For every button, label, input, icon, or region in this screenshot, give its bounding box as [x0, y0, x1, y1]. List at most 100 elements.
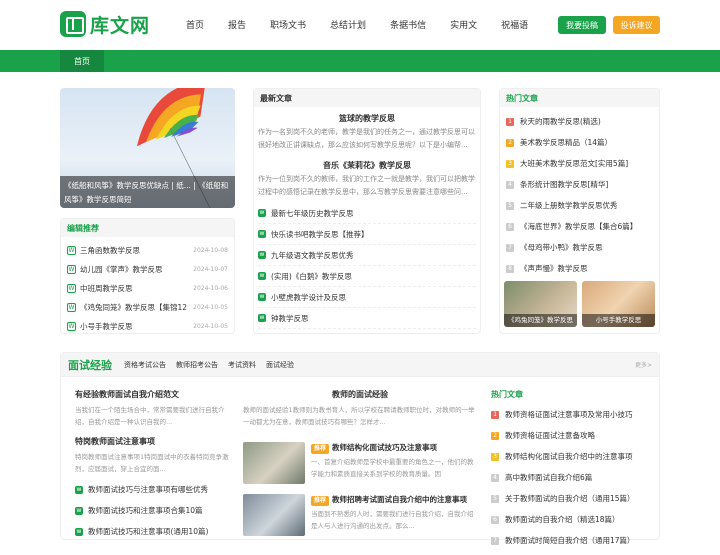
list-item[interactable]: w 教师面试技巧和注意事项(通用10篇) — [75, 521, 235, 542]
item-title[interactable]: 教师面试时简短自我介绍（通用17篇） — [505, 535, 635, 546]
item-title[interactable]: 《鸡兔同笼》教学反思【集锦12 — [80, 302, 192, 313]
item-title[interactable]: 三角函数教学反思 — [80, 245, 192, 256]
article-title[interactable]: 有经验教师面试自我介绍范文 — [75, 389, 235, 400]
nav-letters[interactable]: 条据书信 — [390, 18, 426, 31]
list-item[interactable]: 4 高中教师面试自我介绍6篇 — [491, 467, 656, 488]
item-date: 2024-10-08 — [193, 247, 228, 254]
list-item[interactable]: 2 美术教学反思精品（14篇） — [506, 132, 653, 153]
item-title[interactable]: 教师结构化面试自我介绍中的注意事项 — [505, 451, 633, 462]
more-link[interactable]: 更多> — [635, 360, 652, 369]
list-item[interactable]: 3 教师结构化面试自我介绍中的注意事项 — [491, 446, 656, 467]
list-item[interactable]: w 小壁虎教学设计及反思 — [258, 287, 476, 308]
card-title[interactable]: 教师招聘考试面试自我介绍中的注意事项 — [332, 495, 467, 504]
banner-carousel[interactable]: 《纸船和风筝》教学反思优缺点 | 纸... | 《纸船和风筝》教学反思简短 — [60, 88, 235, 208]
site-header: 库文网 首页 报告 职场文书 总结计划 条据书信 实用文 祝福语 我要投稿 投诉… — [0, 0, 720, 48]
rank-badge: 2 — [506, 138, 514, 147]
main-nav: 首页 报告 职场文书 总结计划 条据书信 实用文 祝福语 — [186, 0, 552, 48]
interview-col-2: 教师的面试经验 教师的面试经验1教师则为教书育人，所以学校在聘请教师职位时，对教… — [243, 389, 477, 536]
article-title[interactable]: 特岗教师面试注意事项 — [75, 436, 235, 447]
item-title[interactable]: 关于教师面试的自我介绍（通用15篇） — [505, 493, 635, 504]
list-item[interactable]: w (实用)《白鹅》教学反思 — [258, 266, 476, 287]
list-item[interactable]: w 教师面试技巧与注意事项有哪些优秀 — [75, 479, 235, 500]
list-item[interactable]: 3 大班美术教学反思范文[实用5篇] — [506, 153, 653, 174]
item-title[interactable]: 条形统计图教学反思[精华] — [520, 179, 608, 190]
tab-materials[interactable]: 考试资料 — [228, 360, 256, 370]
complaint-button[interactable]: 投诉建议 — [613, 16, 660, 34]
list-item[interactable]: 6 教师面试的自我介绍（精选18篇） — [491, 509, 656, 530]
banner-caption[interactable]: 《纸船和风筝》教学反思优缺点 | 纸... | 《纸船和风筝》教学反思简短 — [60, 176, 235, 208]
article-card[interactable]: 推荐 教师结构化面试技巧及注意事项 一、首复介绍教师是学校中最重要的角色之一，他们… — [243, 442, 477, 484]
article-title[interactable]: 教师的面试经验 — [243, 389, 477, 400]
nav-practical[interactable]: 实用文 — [450, 18, 477, 31]
item-title[interactable]: 美术教学反思精品（14篇） — [520, 137, 612, 148]
item-title[interactable]: 二年级上册数学教学反思优秀 — [520, 200, 618, 211]
nav-summary[interactable]: 总结计划 — [330, 18, 366, 31]
item-title[interactable]: 小号手教学反思 — [80, 321, 192, 332]
list-item[interactable]: w 最新七年级历史教学反思 — [258, 203, 476, 224]
item-title[interactable]: 教师面试技巧与注意事项有哪些优秀 — [88, 484, 208, 495]
item-title[interactable]: 教师资格证面试注意备攻略 — [505, 430, 595, 441]
nav-workplace[interactable]: 职场文书 — [270, 18, 306, 31]
item-title[interactable]: 幼儿园《掌声》教学反思 — [80, 264, 192, 275]
tab-qualification[interactable]: 资格考试公告 — [124, 360, 166, 370]
item-title[interactable]: 《海底世界》教学反思【集合6篇】 — [520, 221, 637, 232]
tab-recruitment[interactable]: 教师招考公告 — [176, 360, 218, 370]
article-card[interactable]: 推荐 教师招聘考试面试自我介绍中的注意事项 当面到不熟悉的人时，需要我们进行自我介… — [243, 494, 477, 536]
item-title[interactable]: 大班美术教学反思范文[实用5篇] — [520, 158, 628, 169]
list-item[interactable]: 8 《声声慢》教学反思 — [506, 258, 653, 279]
item-title[interactable]: 教师资格证面试注意事项及常用小技巧 — [505, 409, 633, 420]
list-item[interactable]: 4 条形统计图教学反思[精华] — [506, 174, 653, 195]
item-title[interactable]: 高中教师面试自我介绍6篇 — [505, 472, 592, 483]
list-item[interactable]: W 三角函数教学反思 2024-10-08 — [67, 241, 228, 260]
item-title[interactable]: 教师面试技巧和注意事项合集10篇 — [88, 505, 203, 516]
list-item[interactable]: W 小号手教学反思 2024-10-05 — [67, 317, 228, 336]
item-title[interactable]: 小壁虎教学设计及反思 — [271, 292, 346, 303]
submit-article-button[interactable]: 我要投稿 — [558, 16, 606, 34]
item-title[interactable]: 快乐读书吧教学反思【推荐】 — [271, 229, 369, 240]
featured-title[interactable]: 篮球的教学反思 — [254, 113, 480, 124]
list-item[interactable]: W 《鸡兔同笼》教学反思【集锦12 2024-10-05 — [67, 298, 228, 317]
list-item[interactable]: 1 教师资格证面试注意事项及常用小技巧 — [491, 404, 656, 425]
home-tab[interactable]: 首页 — [60, 50, 104, 72]
thumbnail-caption[interactable]: 小号手教学反思 — [582, 314, 655, 327]
list-item[interactable]: W 幼儿园《掌声》教学反思 2024-10-07 — [67, 260, 228, 279]
thumbnail-card[interactable]: 小号手教学反思 — [582, 281, 655, 327]
item-title[interactable]: 中班周教学反思 — [80, 283, 192, 294]
site-logo[interactable]: 库文网 — [60, 11, 150, 37]
list-item[interactable]: 2 教师资格证面试注意备攻略 — [491, 425, 656, 446]
list-item[interactable]: 1 秋天的雨教学反思(精选) — [506, 111, 653, 132]
list-item[interactable]: 7 教师面试时简短自我介绍（通用17篇） — [491, 530, 656, 551]
nav-blessing[interactable]: 祝福语 — [501, 18, 528, 31]
list-item[interactable]: w 快乐读书吧教学反思【推荐】 — [258, 224, 476, 245]
nav-home[interactable]: 首页 — [186, 18, 204, 31]
interview-title: 面试经验 — [68, 358, 112, 372]
list-item[interactable]: 5 关于教师面试的自我介绍（通用15篇） — [491, 488, 656, 509]
item-title[interactable]: 最新七年级历史教学反思 — [271, 208, 354, 219]
item-title[interactable]: 《声声慢》教学反思 — [520, 263, 588, 274]
card-title[interactable]: 教师结构化面试技巧及注意事项 — [332, 443, 437, 452]
list-item[interactable]: w 教师面试技巧和注意事项合集10篇 — [75, 500, 235, 521]
list-item[interactable]: W 中班周教学反思 2024-10-06 — [67, 279, 228, 298]
item-title[interactable]: 教师面试的自我介绍（精选18篇） — [505, 514, 620, 525]
list-item[interactable]: w 九年级语文教学反思优秀 — [258, 245, 476, 266]
nav-report[interactable]: 报告 — [228, 18, 246, 31]
thumbnail-caption[interactable]: 《鸡兔同笼》教学反思 — [504, 314, 577, 327]
tab-interview[interactable]: 面试经验 — [266, 360, 294, 370]
item-title[interactable]: 秋天的雨教学反思(精选) — [520, 116, 601, 127]
list-item[interactable]: 6 《海底世界》教学反思【集合6篇】 — [506, 216, 653, 237]
featured-title[interactable]: 音乐《茉莉花》教学反思 — [254, 160, 480, 171]
list-item[interactable]: w 钟教学反思 — [258, 308, 476, 329]
logo-text: 库文网 — [90, 14, 151, 37]
book-icon — [60, 11, 86, 37]
thumbnail-card[interactable]: 《鸡兔同笼》教学反思 — [504, 281, 577, 327]
hot-title: 热门文章 — [491, 390, 523, 399]
item-title[interactable]: (实用)《白鹅》教学反思 — [271, 271, 352, 282]
item-title[interactable]: 钟教学反思 — [271, 313, 309, 324]
list-item[interactable]: 5 二年级上册数学教学反思优秀 — [506, 195, 653, 216]
item-title[interactable]: 教师面试技巧和注意事项(通用10篇) — [88, 526, 208, 537]
list-item[interactable]: 7 《母鸡带小鸭》教学反思 — [506, 237, 653, 258]
item-title[interactable]: 《母鸡带小鸭》教学反思 — [520, 242, 603, 253]
rank-badge: 5 — [491, 494, 499, 503]
item-title[interactable]: 九年级语文教学反思优秀 — [271, 250, 354, 261]
doc-icon: w — [258, 251, 266, 259]
